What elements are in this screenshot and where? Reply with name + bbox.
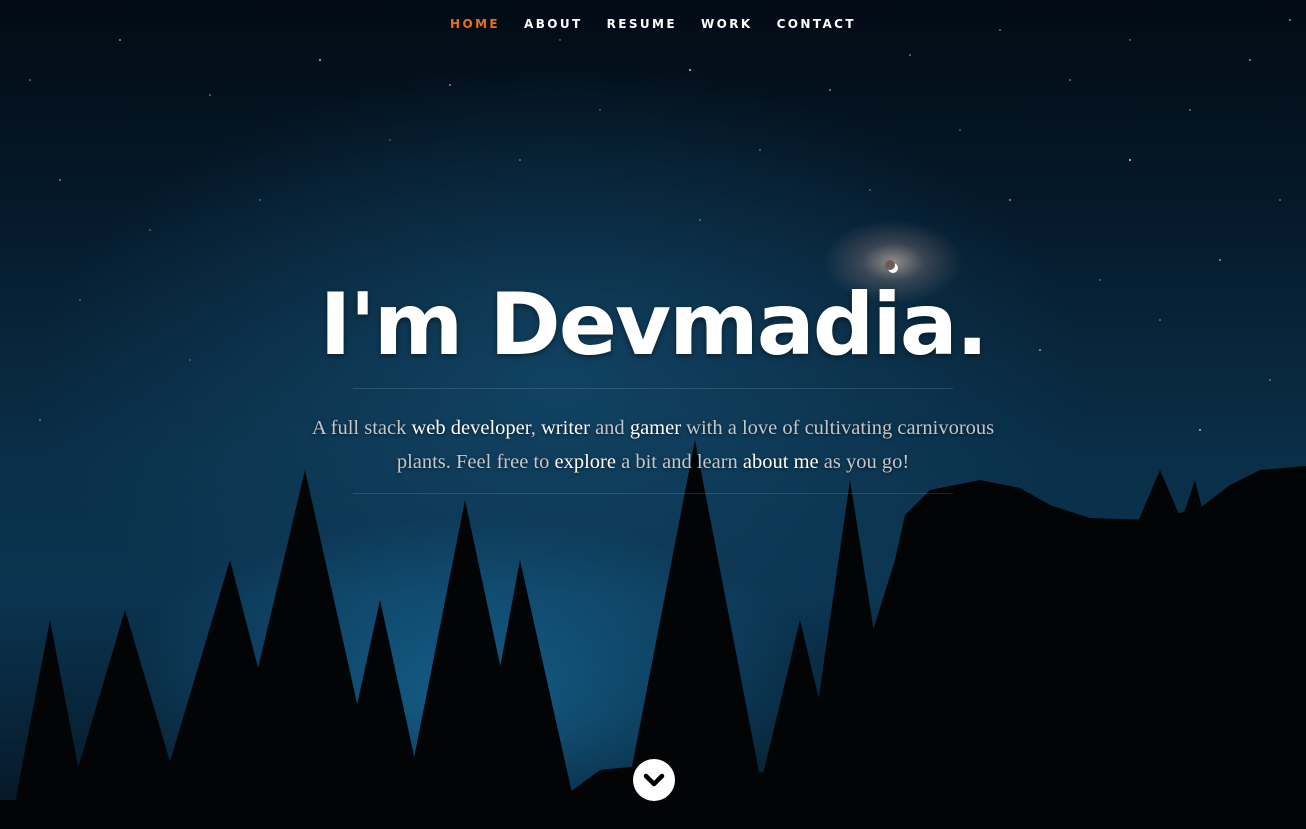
nav-item-home[interactable]: HOME <box>438 15 512 33</box>
intro-text-part: , <box>530 417 541 439</box>
intro-text-part: A full stack <box>311 417 412 439</box>
explore-link[interactable]: explore <box>555 451 616 473</box>
banner: I'm Devmadia. A full stack web developer… <box>0 270 1306 494</box>
gamer-link[interactable]: gamer <box>630 417 681 439</box>
nav-item-work[interactable]: WORK <box>689 15 765 33</box>
chevron-down-icon <box>643 773 665 787</box>
nav-item-contact[interactable]: CONTACT <box>765 15 868 33</box>
web-developer-link[interactable]: web developer <box>411 417 530 439</box>
intro-text: A full stack web developer, writer and g… <box>293 411 1013 479</box>
hero-section: HOME ABOUT RESUME WORK CONTACT I'm Devma… <box>0 0 1306 829</box>
intro-text-part: a bit and learn <box>615 451 743 473</box>
divider-top <box>353 388 953 389</box>
cliff-silhouette <box>860 466 1306 829</box>
page-title: I'm Devmadia. <box>319 275 988 375</box>
intro-text-part: as you go! <box>818 451 910 473</box>
main-nav: HOME ABOUT RESUME WORK CONTACT <box>0 15 1306 33</box>
nav-item-about[interactable]: ABOUT <box>512 15 595 33</box>
nav-item-resume[interactable]: RESUME <box>595 15 689 33</box>
scroll-down-button[interactable] <box>633 759 675 801</box>
about-me-link[interactable]: about me <box>743 451 819 473</box>
intro-text-part: and <box>589 417 630 439</box>
writer-link[interactable]: writer <box>541 417 590 439</box>
divider-bottom <box>353 493 953 494</box>
